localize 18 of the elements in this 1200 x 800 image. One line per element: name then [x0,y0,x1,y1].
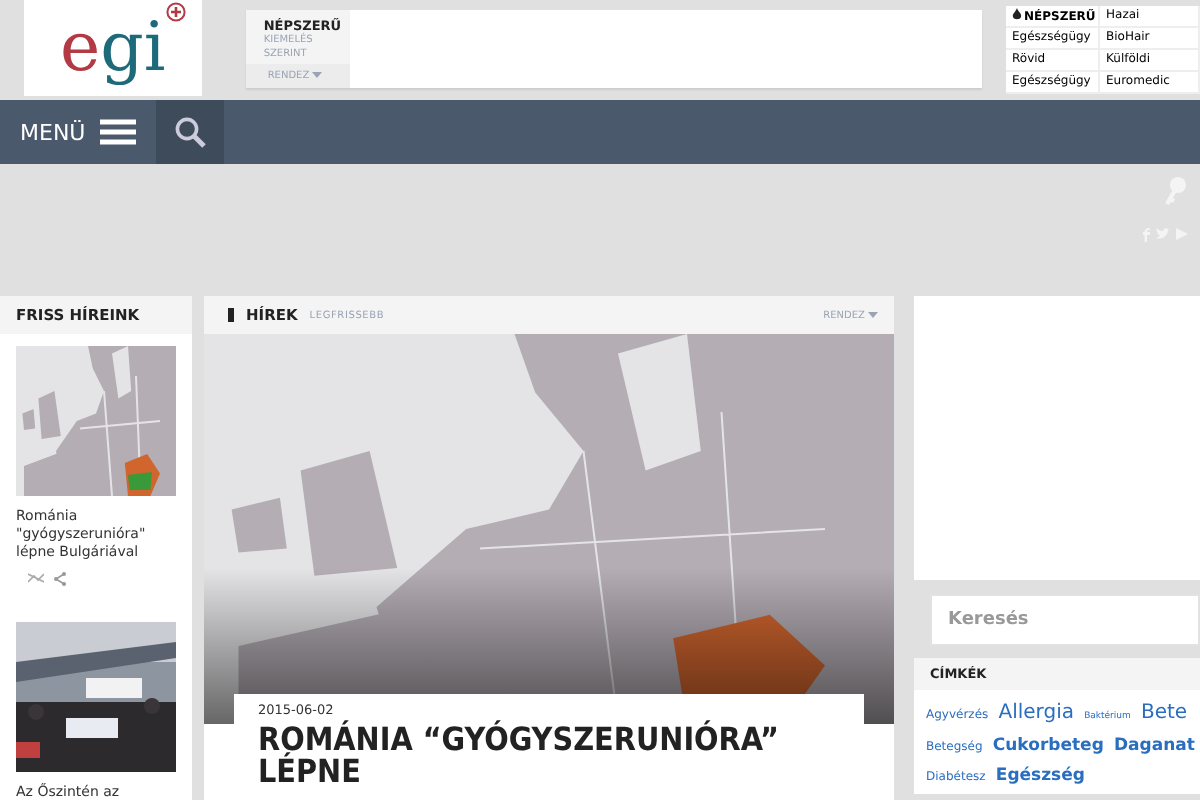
flame-icon [1012,8,1022,20]
caret-icon [868,311,878,318]
tag-link[interactable]: Bete [1141,702,1188,724]
trend-icon[interactable] [28,572,44,584]
search-button[interactable] [155,100,224,164]
tag-link[interactable]: Egészség [995,766,1085,786]
tag-link[interactable]: Daganat [1114,736,1195,756]
share-icon[interactable] [54,572,66,586]
article-headline[interactable]: ROMÁNIA “GYÓGYSZERUNIÓRA” LÉPNE [258,724,840,788]
bookmark-icon [228,308,234,322]
tag-link[interactable]: Allergia [998,702,1074,724]
caret-icon [312,72,323,79]
menu-icon [99,118,136,146]
menu-button[interactable]: MENÜ [0,100,156,164]
tag-link[interactable]: Cukorbeteg [992,736,1104,756]
search-icon [173,116,206,148]
search-field[interactable]: Keresés [930,594,1200,646]
logo[interactable]: egi [24,0,202,96]
